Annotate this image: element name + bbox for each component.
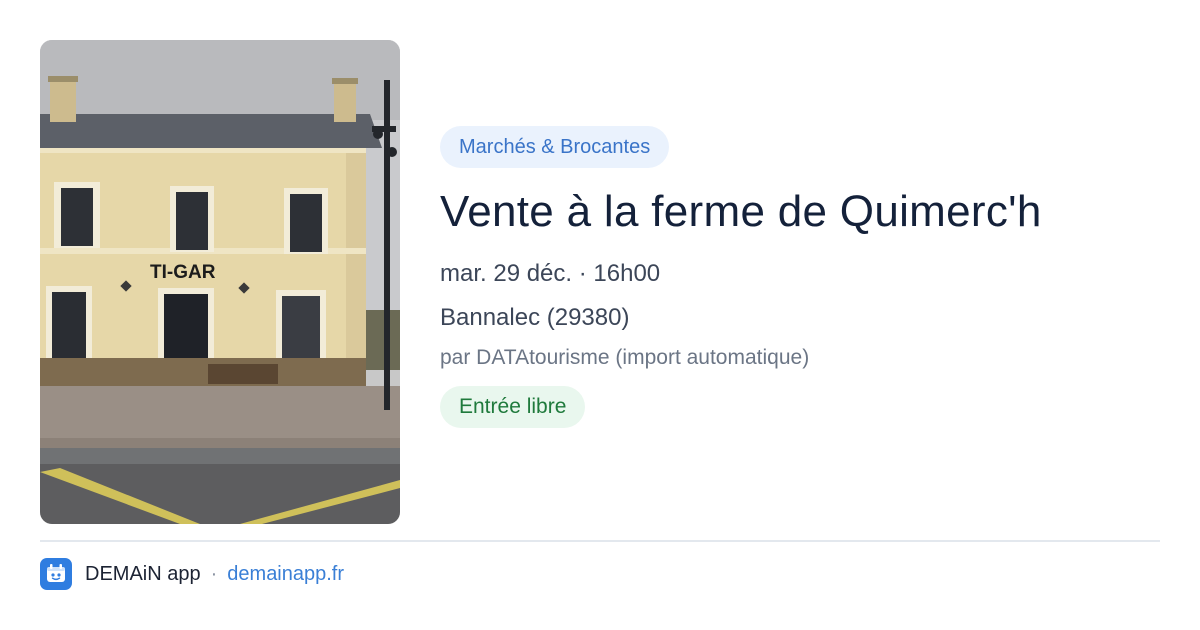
footer-separator: ·: [210, 562, 218, 585]
event-organizer: par DATAtourisme (import automatique): [440, 346, 810, 369]
event-photo[interactable]: TI-GAR: [40, 40, 400, 524]
app-website-link[interactable]: demainapp.fr: [227, 563, 344, 586]
event-location: Bannalec (29380): [440, 304, 630, 331]
event-title[interactable]: Vente à la ferme de Quimerc'h: [440, 184, 1160, 240]
footer-divider: [40, 540, 1160, 542]
app-logo-icon[interactable]: [40, 558, 72, 590]
app-name: DEMAiN app: [85, 562, 201, 585]
event-datetime: mar. 29 déc. · 16h00: [440, 260, 661, 287]
station-building-image: TI-GAR: [40, 40, 400, 524]
price-badge: Entrée libre: [440, 386, 586, 428]
station-sign-text: TI-GAR: [150, 262, 216, 283]
category-badge[interactable]: Marchés & Brocantes: [440, 126, 670, 168]
event-card: TI-GAR Marchés & Brocantes Vente à la fe…: [0, 0, 1200, 630]
footer: DEMAiN app · demainapp.fr: [40, 558, 344, 590]
event-info: Marchés & Brocantes Vente à la ferme de …: [440, 126, 1160, 428]
